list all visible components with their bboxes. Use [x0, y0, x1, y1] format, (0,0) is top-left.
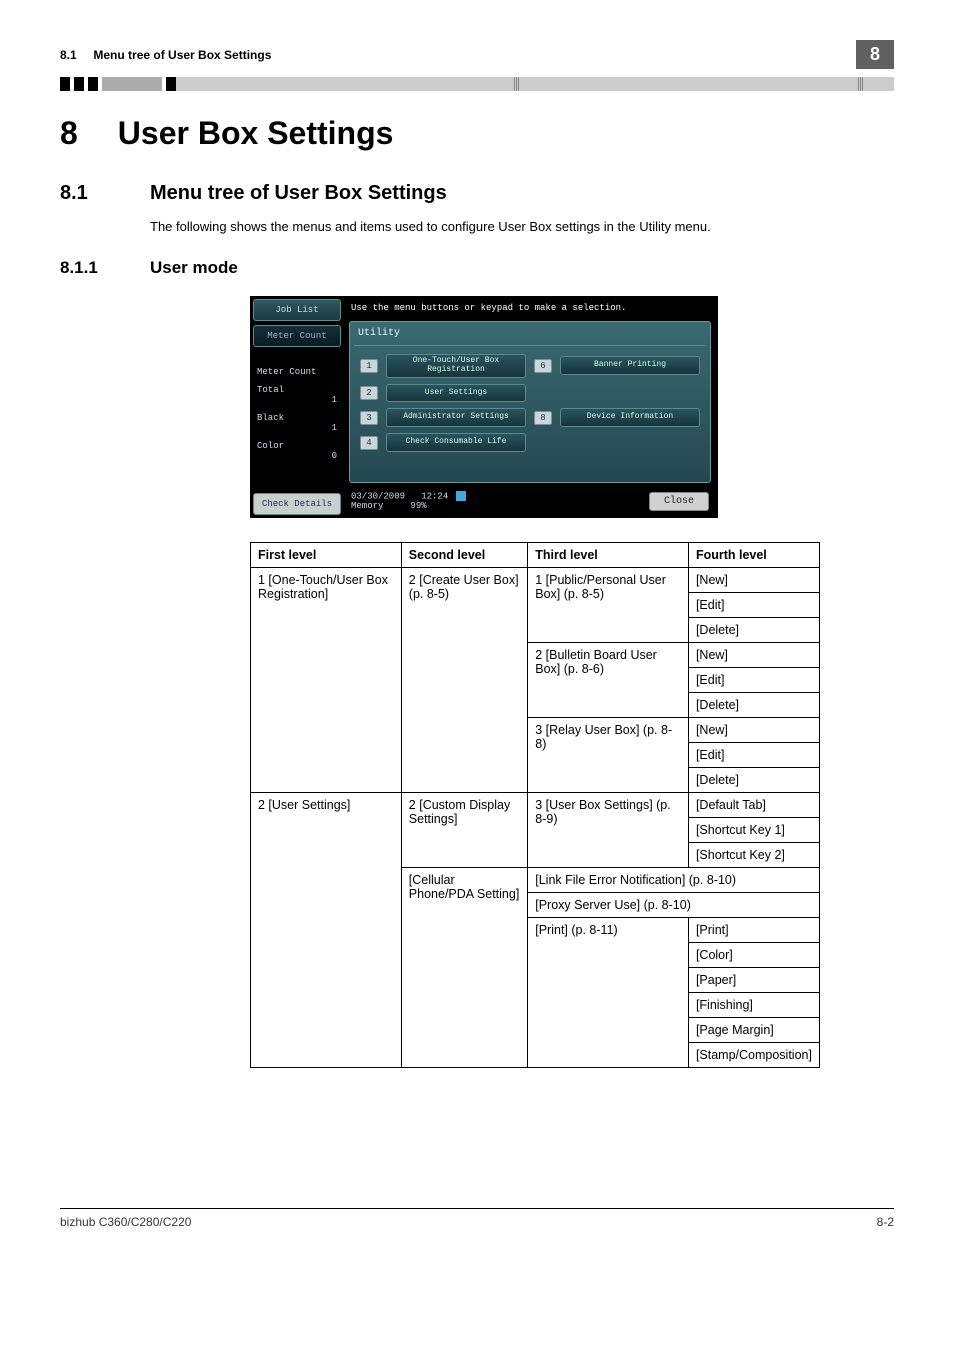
col-first-level: First level: [251, 543, 402, 568]
cell-fourth-new-1: [New]: [688, 568, 819, 593]
cell-fourth-shortcut2: [Shortcut Key 2]: [688, 843, 819, 868]
close-button[interactable]: Close: [649, 492, 709, 511]
cell-third-relay: 3 [Relay User Box] (p. 8-8): [528, 718, 689, 793]
status-time: 12:24: [421, 491, 448, 501]
cell-third-publicpersonal: 1 [Public/Personal User Box] (p. 8-5): [528, 568, 689, 643]
cell-fourth-edit-2: [Edit]: [688, 668, 819, 693]
subsection-title: User mode: [150, 258, 238, 278]
check-details-button[interactable]: Check Details: [253, 493, 341, 515]
tab-job-list[interactable]: Job List: [253, 299, 341, 321]
menu-one-touch-user-box[interactable]: One-Touch/User Box Registration: [386, 354, 526, 378]
cell-fourth-delete-3: [Delete]: [688, 768, 819, 793]
utility-panel-title: Utility: [354, 326, 706, 346]
footer-page: 8-2: [877, 1215, 894, 1229]
header-section-num: 8.1: [60, 48, 77, 62]
cell-fourth-stampcomposition: [Stamp/Composition]: [688, 1043, 819, 1068]
meter-total-label: Total: [257, 385, 284, 395]
meter-count-label: Meter Count: [253, 365, 341, 379]
menu-device-information[interactable]: Device Information: [560, 408, 700, 427]
status-memory-label: Memory: [351, 501, 383, 511]
col-fourth-level: Fourth level: [688, 543, 819, 568]
cell-fourth-defaulttab: [Default Tab]: [688, 793, 819, 818]
cell-fourth-paper: [Paper]: [688, 968, 819, 993]
col-second-level: Second level: [401, 543, 527, 568]
header-section-title: Menu tree of User Box Settings: [93, 48, 271, 62]
running-header: 8.1 Menu tree of User Box Settings 8: [60, 40, 894, 69]
meter-black-value: 1: [257, 423, 337, 433]
cell-third-print: [Print] (p. 8-11): [528, 918, 689, 1068]
chapter-badge: 8: [856, 40, 894, 69]
menu-check-consumable-life[interactable]: Check Consumable Life: [386, 433, 526, 452]
cell-fourth-delete-1: [Delete]: [688, 618, 819, 643]
footer-model: bizhub C360/C280/C220: [60, 1215, 191, 1229]
cell-fourth-new-2: [New]: [688, 643, 819, 668]
menu-num-4: 4: [360, 436, 378, 450]
cell-first-onetouch: 1 [One-Touch/User Box Registration]: [251, 568, 402, 793]
subsection-heading: 8.1.1 User mode: [60, 258, 894, 278]
menu-num-1: 1: [360, 359, 378, 373]
meter-color-label: Color: [257, 441, 284, 451]
cell-second-createbox: 2 [Create User Box] (p. 8-5): [401, 568, 527, 793]
subsection-number: 8.1.1: [60, 258, 110, 278]
menu-banner-printing[interactable]: Banner Printing: [560, 356, 700, 375]
section-intro: The following shows the menus and items …: [150, 219, 894, 234]
cell-fourth-pagemargin: [Page Margin]: [688, 1018, 819, 1043]
cell-fourth-shortcut1: [Shortcut Key 1]: [688, 818, 819, 843]
menu-num-6: 6: [534, 359, 552, 373]
section-number: 8.1: [60, 182, 110, 205]
meter-total-value: 1: [257, 395, 337, 405]
utility-instruction: Use the menu buttons or keypad to make a…: [345, 299, 715, 317]
menu-user-settings[interactable]: User Settings: [386, 384, 526, 403]
cell-fourth-color: [Color]: [688, 943, 819, 968]
cell-fourth-print: [Print]: [688, 918, 819, 943]
utility-screenshot: Job List Meter Count Meter Count Total 1…: [250, 296, 718, 518]
cell-fourth-finishing: [Finishing]: [688, 993, 819, 1018]
cell-third-proxyserver: [Proxy Server Use] (p. 8-10): [528, 893, 820, 918]
meter-black-label: Black: [257, 413, 284, 423]
menu-num-2: 2: [360, 386, 378, 400]
chapter-heading: 8 User Box Settings: [60, 115, 894, 152]
tab-meter-count[interactable]: Meter Count: [253, 325, 341, 347]
cell-second-cellular: [Cellular Phone/PDA Setting]: [401, 868, 527, 1068]
menu-tree-table: First level Second level Third level Fou…: [250, 542, 820, 1068]
header-rule: [60, 77, 894, 91]
cell-third-userboxsettings: 3 [User Box Settings] (p. 8-9): [528, 793, 689, 868]
chapter-title: User Box Settings: [118, 115, 394, 152]
meter-color-value: 0: [257, 451, 337, 461]
page-footer: bizhub C360/C280/C220 8-2: [60, 1208, 894, 1229]
cell-fourth-edit-1: [Edit]: [688, 593, 819, 618]
cell-fourth-delete-2: [Delete]: [688, 693, 819, 718]
cell-first-usersettings: 2 [User Settings]: [251, 793, 402, 1068]
cell-third-linkfileerror: [Link File Error Notification] (p. 8-10): [528, 868, 820, 893]
menu-admin-settings[interactable]: Administrator Settings: [386, 408, 526, 427]
cell-third-bulletin: 2 [Bulletin Board User Box] (p. 8-6): [528, 643, 689, 718]
memory-icon: [456, 491, 466, 501]
status-memory-value: 99%: [410, 501, 426, 511]
section-heading: 8.1 Menu tree of User Box Settings: [60, 182, 894, 205]
status-date: 03/30/2009: [351, 491, 405, 501]
cell-fourth-edit-3: [Edit]: [688, 743, 819, 768]
chapter-number: 8: [60, 115, 78, 152]
cell-fourth-new-3: [New]: [688, 718, 819, 743]
menu-num-8: 8: [534, 411, 552, 425]
menu-num-3: 3: [360, 411, 378, 425]
col-third-level: Third level: [528, 543, 689, 568]
section-title: Menu tree of User Box Settings: [150, 182, 447, 205]
cell-second-customdisplay: 2 [Custom Display Settings]: [401, 793, 527, 868]
